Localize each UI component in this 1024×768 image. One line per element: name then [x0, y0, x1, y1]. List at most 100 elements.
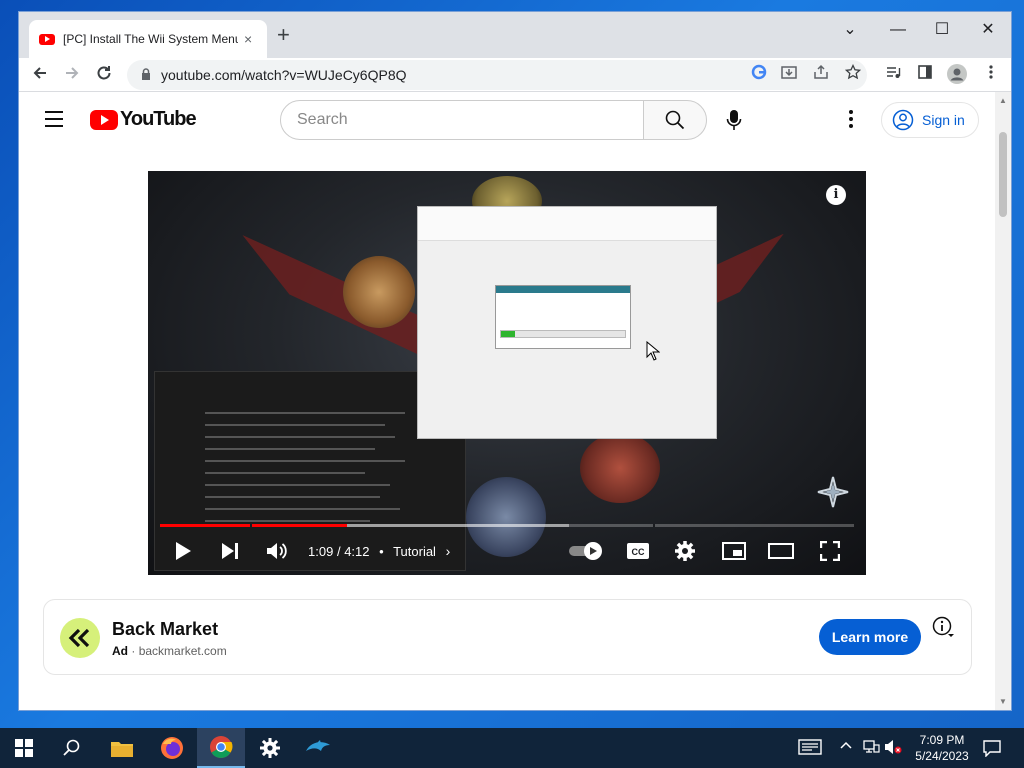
google-lens-icon[interactable]	[749, 64, 769, 84]
chapter-marker	[250, 524, 253, 527]
back-market-logo-icon	[60, 618, 100, 658]
search-placeholder: Search	[297, 111, 348, 128]
maximize-button[interactable]: ☐	[919, 18, 965, 42]
settings-taskbar-icon[interactable]	[246, 728, 294, 768]
chrome-taskbar-icon[interactable]	[197, 728, 245, 768]
search-button[interactable]	[643, 100, 707, 140]
scroll-up-icon[interactable]: ▲	[999, 96, 1007, 105]
volume-muted-icon[interactable]	[884, 739, 902, 758]
tab-title: [PC] Install The Wii System Menu	[63, 32, 238, 46]
mouse-cursor-icon	[646, 340, 661, 366]
forward-icon[interactable]	[61, 64, 83, 86]
media-controls-icon[interactable]	[883, 64, 903, 84]
firefox-taskbar-icon[interactable]	[148, 728, 196, 768]
ad-badge: Ad	[112, 644, 128, 658]
guide-menu-icon[interactable]	[45, 111, 63, 132]
sign-in-button[interactable]: Sign in	[881, 102, 979, 138]
time-display: 1:09 / 4:12 • Tutorial ›	[308, 543, 450, 559]
chapter-title[interactable]: Tutorial	[393, 544, 436, 559]
ad-meta: Ad · backmarket.com	[112, 644, 227, 658]
windows-logo-icon	[15, 739, 33, 757]
youtube-masthead: YouTube Search Sign in	[19, 92, 996, 148]
youtube-logo[interactable]: YouTube	[90, 108, 197, 131]
bookmark-star-icon[interactable]	[843, 63, 863, 84]
show-hidden-icons-chevron[interactable]	[840, 739, 852, 755]
dolphin-taskbar-icon[interactable]	[294, 728, 342, 768]
back-icon[interactable]	[29, 64, 51, 86]
tab-search-icon[interactable]: ⌄	[827, 18, 873, 42]
youtube-logo-text: YouTube	[120, 108, 197, 130]
notification-center-icon[interactable]	[983, 739, 1001, 760]
youtube-page: YouTube Search Sign in i 1:09 / 4:12 • T…	[19, 92, 996, 710]
tab-close-icon[interactable]: ×	[244, 31, 252, 47]
video-player[interactable]: i 1:09 / 4:12 • Tutorial › CC	[148, 171, 866, 575]
action-notifications-tray-icon[interactable]	[798, 739, 822, 758]
chapter-bullet: •	[379, 544, 384, 559]
video-star-logo-icon	[816, 475, 850, 509]
scroll-down-icon[interactable]: ▼	[999, 697, 1007, 706]
learn-more-button[interactable]: Learn more	[819, 619, 921, 655]
clock-time: 7:09 PM	[919, 733, 965, 747]
network-icon[interactable]	[862, 739, 880, 758]
side-panel-icon[interactable]	[915, 64, 935, 84]
fullscreen-button[interactable]	[820, 539, 840, 563]
file-explorer-taskbar-icon[interactable]	[98, 728, 146, 768]
chapter-marker	[652, 524, 655, 527]
scrollbar-thumb[interactable]	[999, 132, 1007, 217]
search-taskbar-button[interactable]	[48, 728, 96, 768]
svg-text:CC: CC	[632, 547, 645, 557]
next-button[interactable]	[220, 539, 240, 563]
minimize-button[interactable]: —	[875, 18, 921, 42]
tab-strip: [PC] Install The Wii System Menu × + ⌄ —…	[19, 12, 1011, 58]
captions-button[interactable]: CC	[626, 539, 650, 563]
miniplayer-button[interactable]	[722, 539, 746, 563]
page-scrollbar[interactable]: ▲ ▼	[995, 92, 1011, 710]
profile-avatar-icon[interactable]	[947, 64, 967, 88]
settings-menu-icon[interactable]	[849, 110, 853, 131]
youtube-play-icon	[90, 109, 118, 130]
url-text: youtube.com/watch?v=WUJeCy6QP8Q	[161, 67, 407, 83]
sign-in-label: Sign in	[922, 112, 965, 128]
close-window-button[interactable]: ✕	[965, 18, 1011, 42]
taskbar-search-icon	[63, 739, 80, 756]
taskbar-clock[interactable]: 7:09 PM 5/24/2023	[905, 732, 979, 764]
advertiser-name[interactable]: Back Market	[112, 619, 218, 640]
duration: 4:12	[344, 544, 370, 559]
video-info-icon[interactable]: i	[826, 185, 846, 205]
browser-tab-active[interactable]: [PC] Install The Wii System Menu ×	[29, 20, 267, 58]
lock-icon[interactable]	[141, 67, 151, 83]
microphone-icon[interactable]	[726, 108, 742, 132]
video-dolphin-window	[417, 206, 717, 439]
theater-mode-button[interactable]	[768, 539, 794, 563]
start-button[interactable]	[0, 728, 48, 768]
ad-card[interactable]: Back Market Ad · backmarket.com Learn mo…	[43, 599, 972, 675]
video-emblem-bronze	[343, 256, 415, 328]
search-icon	[665, 110, 685, 130]
video-emblem-blue	[466, 477, 546, 557]
progress-bar[interactable]	[160, 524, 854, 527]
reload-icon[interactable]	[93, 64, 115, 86]
browser-toolbar: youtube.com/watch?v=WUJeCy6QP8Q	[19, 58, 1011, 92]
chapter-chevron-icon[interactable]: ›	[446, 543, 451, 559]
chrome-menu-icon[interactable]	[981, 64, 1001, 84]
video-emblem-red	[580, 433, 660, 503]
autoplay-toggle[interactable]	[568, 539, 604, 563]
current-time: 1:09	[308, 544, 334, 559]
search-input[interactable]: Search	[280, 100, 644, 140]
new-tab-button[interactable]: +	[277, 24, 290, 46]
volume-icon[interactable]	[266, 539, 288, 563]
progress-played	[160, 524, 348, 527]
chrome-window: [PC] Install The Wii System Menu × + ⌄ —…	[18, 11, 1012, 711]
play-button[interactable]	[174, 539, 192, 563]
account-icon	[892, 109, 914, 131]
clock-date: 5/24/2023	[915, 749, 969, 763]
share-icon[interactable]	[811, 64, 831, 84]
settings-gear-icon[interactable]	[674, 539, 696, 563]
advertiser-domain: backmarket.com	[138, 644, 227, 658]
time-separator: /	[336, 544, 341, 559]
windows-taskbar: 7:09 PM 5/24/2023	[0, 728, 1024, 768]
ad-separator: ·	[131, 644, 136, 658]
install-app-icon[interactable]	[779, 64, 799, 84]
ad-info-icon[interactable]	[932, 616, 956, 640]
youtube-favicon-icon	[39, 33, 55, 45]
